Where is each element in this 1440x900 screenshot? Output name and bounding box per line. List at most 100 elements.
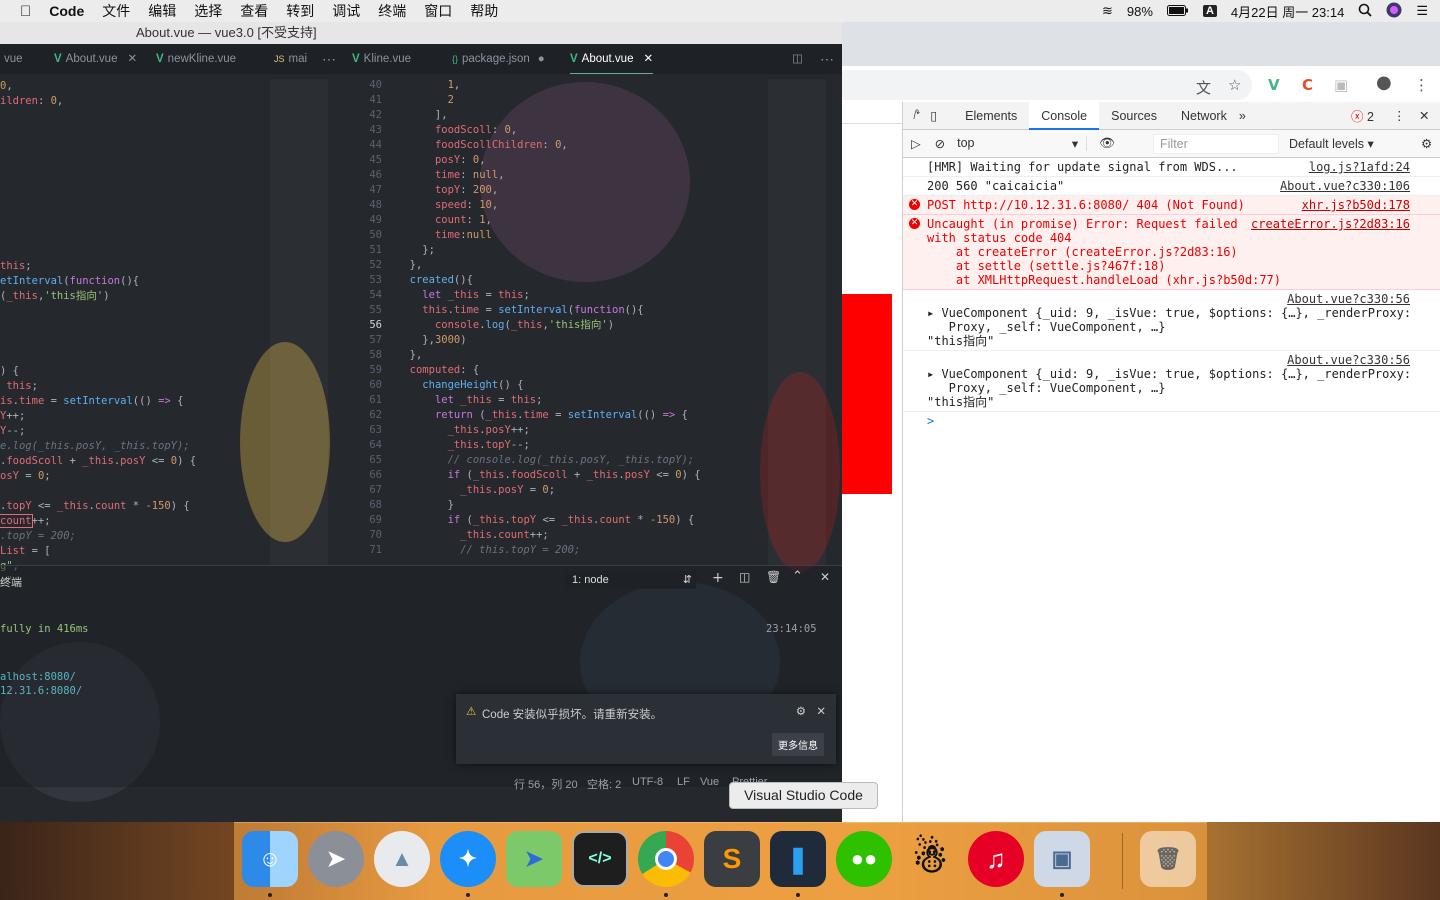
- menu-go[interactable]: 转到: [286, 1, 314, 21]
- launchpad-icon[interactable]: ➤: [308, 831, 364, 887]
- more-info-button[interactable]: 更多信息: [772, 733, 824, 756]
- console-error[interactable]: ✕ Uncaught (in promise) Error: Request fa…: [903, 215, 1440, 290]
- message-source-link[interactable]: createError.js?2d83:16: [1251, 217, 1410, 231]
- menu-edit[interactable]: 编辑: [148, 1, 176, 21]
- profile-icon[interactable]: ●: [1376, 72, 1392, 93]
- message-source-link[interactable]: About.vue?c330:56: [1287, 353, 1410, 367]
- bookmark-star-icon[interactable]: ☆: [1228, 76, 1241, 94]
- close-tab-icon[interactable]: ✕: [127, 53, 137, 65]
- more-actions-icon[interactable]: ⋯: [820, 44, 834, 74]
- menu-window[interactable]: 窗口: [424, 1, 452, 21]
- terminal-icon[interactable]: </>: [572, 831, 628, 887]
- wifi-icon[interactable]: ≋: [1102, 3, 1113, 19]
- console-message[interactable]: ▸ VueComponent {_uid: 9, _isVue: true, $…: [903, 290, 1440, 351]
- menu-view[interactable]: 查看: [240, 1, 268, 21]
- clock[interactable]: 4月22日 周一 23:14: [1231, 2, 1344, 21]
- terminal-select[interactable]: 1: node ⇵: [566, 571, 696, 589]
- live-expression-icon[interactable]: 👁: [1099, 136, 1115, 151]
- chrome-menu-icon[interactable]: ⋮: [1414, 76, 1429, 94]
- log-levels-select[interactable]: Default levels ▾: [1289, 136, 1374, 151]
- terminal-tab[interactable]: 终端: [0, 574, 22, 590]
- chrome-icon[interactable]: [638, 831, 694, 887]
- menu-terminal[interactable]: 终端: [378, 1, 406, 21]
- indentation[interactable]: 空格: 2: [587, 776, 621, 792]
- devtools-close-icon[interactable]: ✕: [1419, 108, 1429, 123]
- console-message[interactable]: ▸ VueComponent {_uid: 9, _isVue: true, $…: [903, 351, 1440, 412]
- tab-about-vue-active[interactable]: V About.vue ✕: [570, 44, 654, 74]
- tab-network[interactable]: Network: [1169, 102, 1239, 130]
- netease-music-icon[interactable]: ♫: [968, 831, 1024, 887]
- trash-icon[interactable]: 🗑: [766, 570, 781, 584]
- finder-icon[interactable]: ☺: [242, 831, 298, 887]
- close-notification-icon[interactable]: ✕: [816, 704, 826, 718]
- sidebar-toggle-icon[interactable]: ▷: [911, 136, 921, 151]
- right-editor-code[interactable]: 1, 2 ], foodScoll: 0, foodScollChildren:…: [397, 78, 701, 558]
- device-toolbar-icon[interactable]: ▯: [930, 108, 937, 123]
- notification-center-icon[interactable]: ☰: [1416, 3, 1428, 19]
- tab-newkline-vue[interactable]: VnewKline.vue: [156, 44, 236, 74]
- menu-file[interactable]: 文件: [102, 1, 130, 21]
- message-source-link[interactable]: log.js?1afd:24: [1309, 160, 1410, 174]
- encoding[interactable]: UTF-8: [632, 776, 663, 788]
- vscode-icon[interactable]: ❚: [770, 831, 826, 887]
- apple-icon[interactable]: : [20, 3, 31, 20]
- trash-icon[interactable]: 🗑: [1140, 831, 1196, 887]
- split-terminal-icon[interactable]: ◫: [739, 570, 750, 584]
- close-panel-icon[interactable]: ✕: [820, 570, 830, 584]
- spotlight-icon[interactable]: [1358, 3, 1372, 20]
- cursor-position[interactable]: 行 56，列 20: [514, 776, 578, 792]
- extension-icon[interactable]: ▣: [1334, 76, 1348, 94]
- tab-package-json[interactable]: {} package.json ●: [452, 44, 545, 74]
- message-source-link[interactable]: About.vue?c330:56: [1287, 292, 1410, 306]
- devtools-menu-icon[interactable]: ⋮: [1393, 108, 1406, 123]
- tab-about-vue[interactable]: V About.vue ✕: [54, 44, 137, 74]
- address-bar[interactable]: 文 ☆: [840, 70, 1252, 100]
- error-count-badge[interactable]: ⓧ 2: [1351, 106, 1374, 125]
- more-actions-icon[interactable]: ⋯: [322, 44, 336, 74]
- clear-console-icon[interactable]: ⊘: [935, 136, 945, 151]
- right-minimap[interactable]: [768, 79, 826, 565]
- sublime-text-icon[interactable]: S: [704, 831, 760, 887]
- left-minimap[interactable]: [270, 79, 328, 565]
- console-settings-icon[interactable]: ⚙: [1421, 136, 1432, 151]
- unsaved-dot-icon[interactable]: ●: [538, 53, 545, 65]
- console-prompt[interactable]: >: [903, 412, 1440, 430]
- translate-icon[interactable]: 文: [1196, 77, 1211, 98]
- tab-sources[interactable]: Sources: [1099, 102, 1169, 130]
- line-ending[interactable]: LF: [677, 776, 690, 788]
- menu-selection[interactable]: 选择: [194, 1, 222, 21]
- console-error[interactable]: ✕ POST http://10.12.31.6:8080/ 404 (Not F…: [903, 196, 1440, 215]
- console-filter-input[interactable]: Filter: [1153, 134, 1279, 154]
- wechat-icon[interactable]: ●●: [836, 831, 892, 887]
- preview-icon[interactable]: ▣: [1034, 831, 1090, 887]
- close-tab-icon[interactable]: ✕: [643, 53, 653, 65]
- tab-elements[interactable]: Elements: [953, 102, 1029, 130]
- maps-icon[interactable]: ➤: [506, 831, 562, 887]
- menu-help[interactable]: 帮助: [470, 1, 498, 21]
- tab-vue[interactable]: vue: [4, 44, 23, 74]
- message-source-link[interactable]: About.vue?c330:106: [1280, 179, 1410, 193]
- vue-devtools-icon[interactable]: V: [1268, 76, 1280, 94]
- siri-icon[interactable]: [1386, 2, 1402, 21]
- extension-c-icon[interactable]: C: [1302, 76, 1313, 94]
- safari-icon[interactable]: ✦: [440, 831, 496, 887]
- tab-console[interactable]: Console: [1029, 101, 1100, 130]
- app-menu[interactable]: Code: [49, 3, 84, 19]
- new-terminal-icon[interactable]: +: [712, 570, 724, 586]
- settings-gear-icon[interactable]: ⚙: [796, 704, 806, 718]
- context-select[interactable]: top ▾: [957, 136, 1088, 151]
- qq-icon[interactable]: ☃: [902, 831, 958, 887]
- alfred-icon[interactable]: ▲: [374, 831, 430, 887]
- inspect-element-icon[interactable]: ⭚: [913, 108, 920, 123]
- more-tabs-icon[interactable]: »: [1239, 109, 1246, 123]
- battery-icon[interactable]: [1166, 4, 1189, 19]
- menu-debug[interactable]: 调试: [332, 1, 360, 21]
- terminal-url-local[interactable]: alhost:8080/: [0, 670, 76, 685]
- tab-kline-vue[interactable]: V Kline.vue: [352, 44, 411, 74]
- terminal-url-network[interactable]: 12.31.6:8080/: [0, 684, 82, 699]
- input-method-icon[interactable]: A: [1202, 5, 1217, 17]
- maximize-panel-icon[interactable]: ⌃: [792, 569, 803, 584]
- tab-main-js[interactable]: JS mai: [274, 44, 307, 74]
- left-editor-code[interactable]: 0, ildren: 0, this; etInterval(function(…: [0, 79, 196, 589]
- language-mode[interactable]: Vue: [700, 776, 719, 788]
